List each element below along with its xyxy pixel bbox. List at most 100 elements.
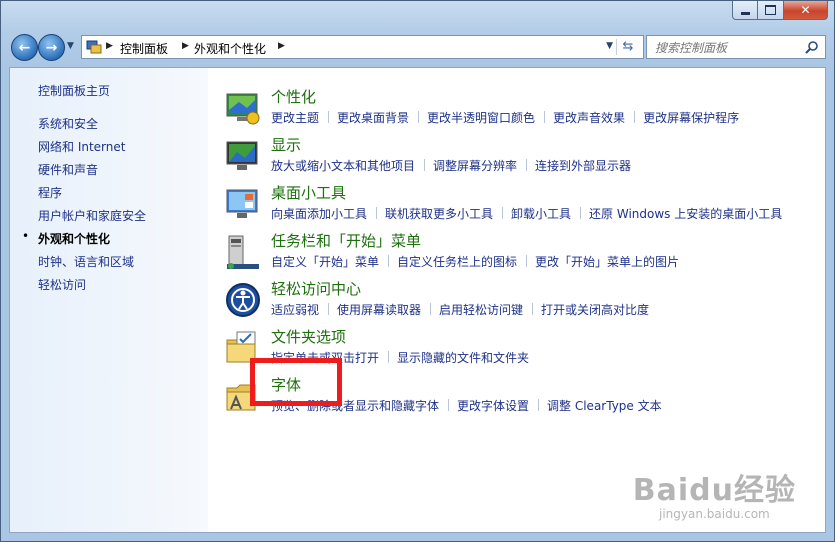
link-adjust-screen-resolution[interactable]: 调整屏幕分辨率 xyxy=(433,159,517,173)
display-links: 放大或缩小文本和其他项目 调整屏幕分辨率 连接到外部显示器 xyxy=(271,157,631,174)
back-button[interactable]: ← xyxy=(11,34,38,61)
link-get-more-gadgets[interactable]: 联机获取更多小工具 xyxy=(385,207,493,221)
link-high-contrast[interactable]: 打开或关闭高对比度 xyxy=(541,303,649,317)
taskbar-title[interactable]: 任务栏和「开始」菜单 xyxy=(271,230,421,251)
link-adjust-cleartype[interactable]: 调整 ClearType 文本 xyxy=(547,399,662,413)
sidebar-item-appearance: 外观和个性化 xyxy=(38,232,111,246)
link-divider xyxy=(388,255,390,267)
breadcrumb-arrow-icon[interactable]: ▶ xyxy=(182,41,189,51)
personalization-title[interactable]: 个性化 xyxy=(271,86,316,107)
search-input[interactable] xyxy=(653,37,797,59)
sidebar-item-hardware-sound[interactable]: 硬件和声音 xyxy=(38,161,98,178)
link-customize-taskbar-icons[interactable]: 自定义任务栏上的图标 xyxy=(397,255,517,269)
refresh-button[interactable]: ⇆ xyxy=(616,39,639,55)
folder-options-icon[interactable] xyxy=(223,328,263,368)
link-make-text-larger-smaller[interactable]: 放大或缩小文本和其他项目 xyxy=(271,159,415,173)
link-divider xyxy=(328,111,330,123)
control-panel-icon xyxy=(86,40,102,54)
link-connect-external-display[interactable]: 连接到外部显示器 xyxy=(535,159,631,173)
sidebar-item-ease-of-access[interactable]: 轻松访问 xyxy=(38,276,86,293)
current-item-bullet-icon: • xyxy=(22,229,30,243)
link-customize-start-menu[interactable]: 自定义「开始」菜单 xyxy=(271,255,379,269)
display-icon[interactable] xyxy=(223,136,263,176)
breadcrumb-arrow-icon[interactable]: ▶ xyxy=(278,41,285,51)
link-change-theme[interactable]: 更改主题 xyxy=(271,111,319,125)
back-arrow-icon: ← xyxy=(18,39,31,56)
display-title[interactable]: 显示 xyxy=(271,134,301,155)
sidebar-item-network[interactable]: 网络和 Internet xyxy=(38,138,125,155)
link-divider xyxy=(388,351,390,363)
sidebar-item-clock-region[interactable]: 时钟、语言和区域 xyxy=(38,253,134,270)
fonts-title[interactable]: 字体 xyxy=(271,374,301,395)
sidebar-item-user-accounts[interactable]: 用户帐户和家庭安全 xyxy=(38,207,146,224)
search-box[interactable] xyxy=(646,35,826,59)
link-divider xyxy=(502,207,504,219)
ease-of-access-icon[interactable] xyxy=(223,280,263,320)
link-change-desktop-background[interactable]: 更改桌面背景 xyxy=(337,111,409,125)
link-change-screen-saver[interactable]: 更改屏幕保护程序 xyxy=(643,111,739,125)
link-divider xyxy=(328,303,330,315)
taskbar-links: 自定义「开始」菜单 自定义任务栏上的图标 更改「开始」菜单上的图片 xyxy=(271,253,679,270)
maximize-icon xyxy=(765,5,776,15)
forward-button[interactable]: → xyxy=(38,34,65,61)
category-personalization: 个性化 更改主题 更改桌面背景 更改半透明窗口颜色 更改声音效果 更改屏幕保护程序 xyxy=(209,86,829,132)
link-turn-on-access-keys[interactable]: 启用轻松访问键 xyxy=(439,303,523,317)
link-preview-delete-fonts[interactable]: 预览、删除或者显示和隐藏字体 xyxy=(271,399,439,413)
link-change-sound-effects[interactable]: 更改声音效果 xyxy=(553,111,625,125)
link-change-font-settings[interactable]: 更改字体设置 xyxy=(457,399,529,413)
minimize-button[interactable] xyxy=(732,1,758,20)
forward-arrow-icon: → xyxy=(45,39,58,56)
refresh-icon: ⇆ xyxy=(622,39,634,54)
caption-buttons: ✕ xyxy=(732,1,828,21)
link-add-gadgets[interactable]: 向桌面添加小工具 xyxy=(271,207,367,221)
link-show-hidden-files[interactable]: 显示隐藏的文件和文件夹 xyxy=(397,351,529,365)
link-divider xyxy=(538,399,540,411)
link-change-start-menu-picture[interactable]: 更改「开始」菜单上的图片 xyxy=(535,255,679,269)
watermark-url: jingyan.baidu.com xyxy=(659,507,770,521)
maximize-button[interactable] xyxy=(758,1,784,20)
taskbar-icon[interactable] xyxy=(223,232,263,272)
link-divider xyxy=(532,303,534,315)
breadcrumb-control-panel[interactable]: 控制面板 xyxy=(120,40,168,57)
link-divider xyxy=(430,303,432,315)
link-divider xyxy=(376,207,378,219)
link-uninstall-gadget[interactable]: 卸载小工具 xyxy=(511,207,571,221)
breadcrumb-appearance[interactable]: 外观和个性化 xyxy=(194,40,266,57)
link-divider xyxy=(580,207,582,219)
folder-options-title[interactable]: 文件夹选项 xyxy=(271,326,346,347)
address-bar[interactable]: ▶ 控制面板 ▶ 外观和个性化 ▶ ▼ ⇆ xyxy=(81,35,644,59)
baidu-watermark: Baidu经验 jingyan.baidu.com xyxy=(633,465,796,521)
sidebar-item-programs[interactable]: 程序 xyxy=(38,184,62,201)
watermark-logo-text: Baidu经验 xyxy=(632,473,796,508)
sidebar: 控制面板主页 系统和安全 网络和 Internet 硬件和声音 程序 用户帐户和… xyxy=(10,68,208,532)
personalization-links: 更改主题 更改桌面背景 更改半透明窗口颜色 更改声音效果 更改屏幕保护程序 xyxy=(271,109,739,126)
category-taskbar-start-menu: 任务栏和「开始」菜单 自定义「开始」菜单 自定义任务栏上的图标 更改「开始」菜单上的… xyxy=(209,230,829,276)
link-divider xyxy=(418,111,420,123)
category-display: 显示 放大或缩小文本和其他项目 调整屏幕分辨率 连接到外部显示器 xyxy=(209,134,829,180)
link-divider xyxy=(544,111,546,123)
gadgets-links: 向桌面添加小工具 联机获取更多小工具 卸载小工具 还原 Windows 上安装的桌面小… xyxy=(271,205,782,222)
link-change-window-color[interactable]: 更改半透明窗口颜色 xyxy=(427,111,535,125)
fonts-links: 预览、删除或者显示和隐藏字体 更改字体设置 调整 ClearType 文本 xyxy=(271,397,662,414)
link-single-double-click[interactable]: 指定单击或双击打开 xyxy=(271,351,379,365)
sidebar-item-system-security[interactable]: 系统和安全 xyxy=(38,115,98,132)
sidebar-item-home[interactable]: 控制面板主页 xyxy=(38,82,110,99)
link-accommodate-low-vision[interactable]: 适应弱视 xyxy=(271,303,319,317)
breadcrumb-arrow-icon[interactable]: ▶ xyxy=(106,41,113,51)
close-button[interactable]: ✕ xyxy=(784,1,828,20)
navigation-bar: ← → ▼ ▶ 控制面板 ▶ 外观和个性化 ▶ ▼ ⇆ xyxy=(9,31,826,63)
address-dropdown-icon[interactable]: ▼ xyxy=(606,41,613,51)
personalization-icon[interactable] xyxy=(223,88,263,128)
link-use-screen-reader[interactable]: 使用屏幕读取器 xyxy=(337,303,421,317)
fonts-folder-icon[interactable] xyxy=(223,376,263,416)
search-icon[interactable] xyxy=(805,40,819,54)
gadgets-title[interactable]: 桌面小工具 xyxy=(271,182,346,203)
category-ease-of-access: 轻松访问中心 适应弱视 使用屏幕读取器 启用轻松访问键 打开或关闭高对比度 xyxy=(209,278,829,324)
ease-of-access-title[interactable]: 轻松访问中心 xyxy=(271,278,361,299)
gadgets-icon[interactable] xyxy=(223,184,263,224)
folder-options-links: 指定单击或双击打开 显示隐藏的文件和文件夹 xyxy=(271,349,529,366)
history-dropdown-icon[interactable]: ▼ xyxy=(67,41,74,51)
minimize-icon xyxy=(740,11,750,15)
link-restore-gadgets[interactable]: 还原 Windows 上安装的桌面小工具 xyxy=(589,207,782,221)
close-icon: ✕ xyxy=(800,3,811,17)
